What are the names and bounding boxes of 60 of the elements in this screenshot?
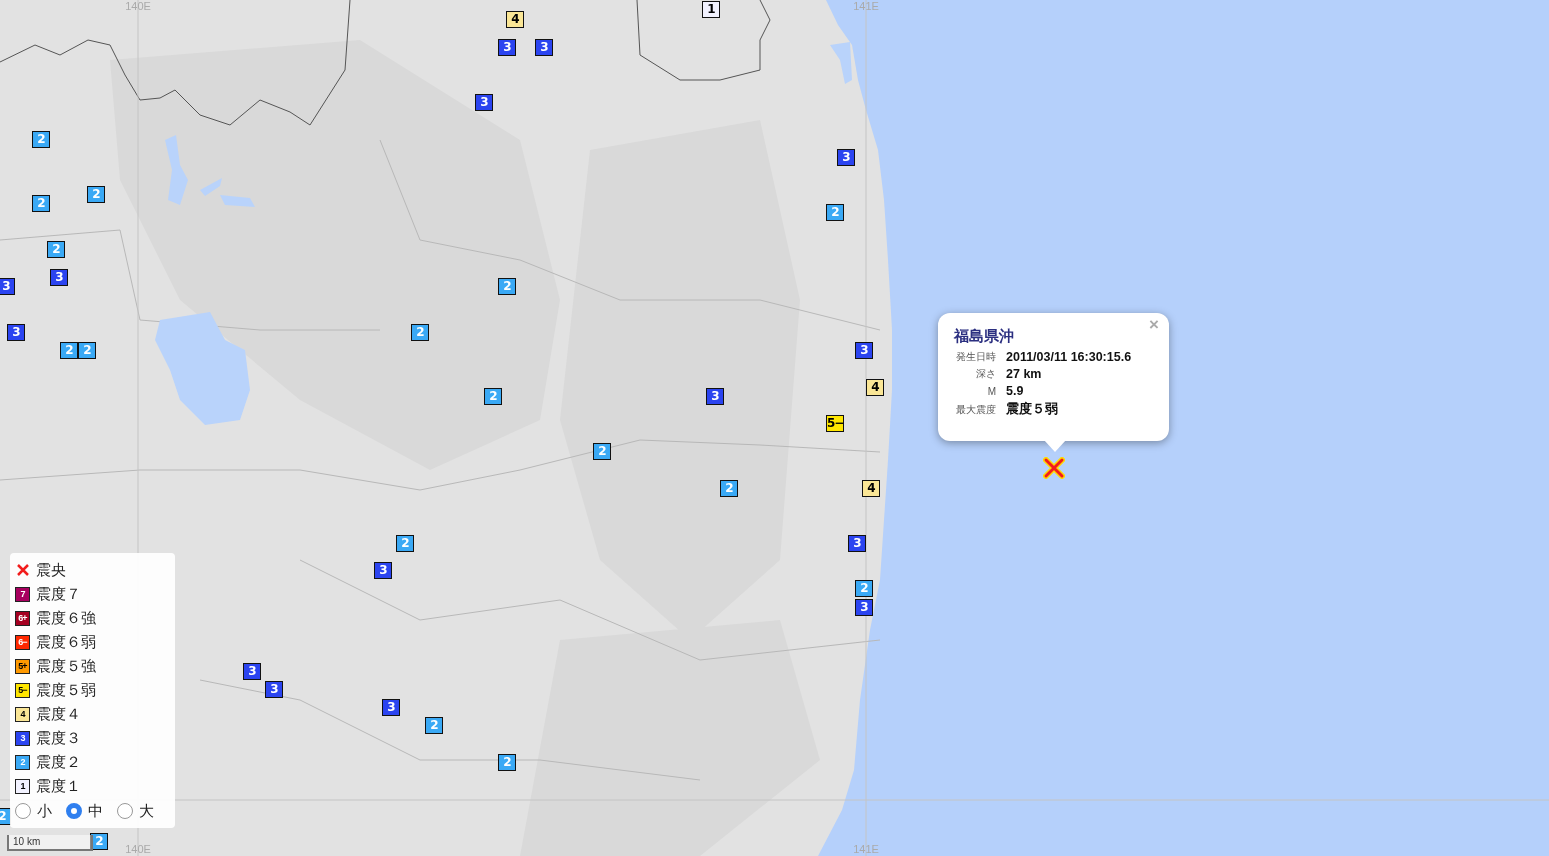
intensity-marker[interactable]: 3 (855, 599, 873, 616)
epicenter-icon[interactable] (1043, 457, 1065, 479)
intensity-swatch: 6+ (15, 610, 30, 626)
longitude-label: 140E (124, 0, 152, 13)
legend-label: 震度３ (36, 728, 81, 748)
intensity-swatch: 5− (15, 682, 30, 698)
intensity-marker[interactable]: 3 (855, 342, 873, 359)
intensity-marker[interactable]: 3 (382, 699, 400, 716)
legend-label: 震央 (36, 560, 66, 580)
intensity-swatch: 1 (15, 778, 30, 794)
legend-label: 震度４ (36, 704, 81, 724)
intensity-marker[interactable]: 3 (848, 535, 866, 552)
field-label: 最大震度 (955, 402, 996, 417)
intensity-marker[interactable]: 3 (837, 149, 855, 166)
field-label: M (986, 385, 996, 397)
legend-label: 震度６弱 (36, 632, 96, 652)
intensity-swatch: 6− (15, 634, 30, 650)
intensity-marker[interactable]: 3 (265, 681, 283, 698)
scale-bar: 10 km (7, 835, 93, 851)
field-value: 震度５弱 (1006, 401, 1059, 418)
intensity-marker[interactable]: 3 (535, 39, 553, 56)
intensity-marker[interactable]: 3 (374, 562, 392, 579)
intensity-swatch: 3 (15, 730, 30, 746)
longitude-label: 141E (852, 842, 880, 856)
legend-label: 震度５弱 (36, 680, 96, 700)
legend-label: 震度２ (36, 752, 81, 772)
radio-button[interactable] (117, 803, 133, 819)
radio-label[interactable]: 小 (37, 801, 52, 821)
radio-label[interactable]: 中 (88, 801, 103, 821)
intensity-swatch: 7 (15, 586, 30, 602)
legend-label: 震度１ (36, 776, 81, 796)
intensity-marker[interactable]: 3 (50, 269, 68, 286)
intensity-marker[interactable]: 4 (506, 11, 524, 28)
longitude-label: 140E (124, 842, 152, 856)
intensity-marker[interactable]: 3 (706, 388, 724, 405)
intensity-marker[interactable]: 4 (866, 379, 884, 396)
radio-label[interactable]: 大 (139, 801, 154, 821)
field-label: 深さ (975, 367, 996, 381)
radio-button[interactable] (66, 803, 82, 819)
field-value: 2011/03/11 16:30:15.6 (1006, 350, 1133, 364)
field-value: 27 km (1006, 367, 1043, 381)
popup-title: 福島県沖 (954, 327, 1015, 346)
intensity-marker[interactable]: 3 (7, 324, 25, 341)
intensity-marker[interactable]: 4 (862, 480, 880, 497)
intensity-swatch: 5+ (15, 658, 30, 674)
intensity-marker[interactable]: 3 (498, 39, 516, 56)
intensity-swatch: 2 (15, 754, 30, 770)
intensity-marker[interactable]: 3 (0, 278, 15, 295)
field-label: 発生日時 (955, 350, 996, 364)
legend-label: 震度６強 (36, 608, 96, 628)
intensity-swatch: 4 (15, 706, 30, 722)
field-value: 5.9 (1006, 384, 1025, 398)
longitude-label: 141E (852, 0, 880, 13)
legend-label: 震度５強 (36, 656, 96, 676)
epicenter-icon (16, 563, 30, 577)
intensity-marker[interactable]: 1 (702, 1, 720, 18)
intensity-marker[interactable]: 3 (243, 663, 261, 680)
intensity-marker[interactable]: 3 (475, 94, 493, 111)
legend-label: 震度７ (36, 584, 81, 604)
radio-button[interactable] (15, 803, 31, 819)
